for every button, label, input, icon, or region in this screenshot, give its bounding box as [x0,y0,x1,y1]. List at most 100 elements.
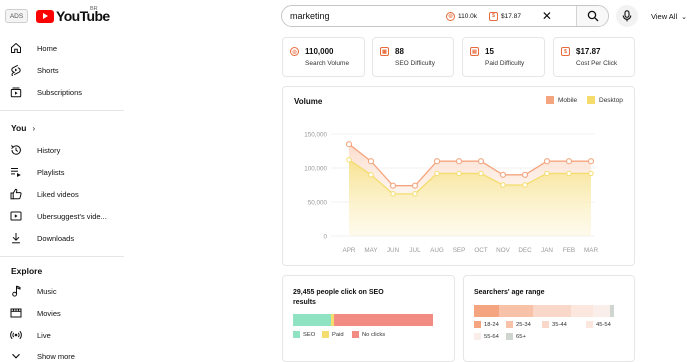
cpc-pill-value: $17.87 [501,12,521,20]
top-bar: ADS YouTube BR ◎ 110.0k $ $17.87 ✕ Vi [0,0,700,34]
chevron-down-icon [10,350,22,362]
sidebar-item-label: Music [37,286,57,296]
clicks-segment [293,314,331,326]
home-icon [10,42,22,54]
age-legend-swatch [474,333,481,340]
search-volume-icon: ◎ [446,11,455,21]
paid-difficulty-icon: ▤ [470,47,479,56]
desktop-point [566,170,572,177]
sidebar-divider [0,256,124,257]
sidebar-item-playlists[interactable]: Playlists [10,165,125,179]
dollar-icon: $ [489,11,499,21]
mobile-point [543,158,551,165]
subscriptions-icon [10,86,22,98]
age-legend-label: 35-44 [552,321,567,328]
mobile-point [411,182,419,189]
search-box: ◎ 110.0k $ $17.87 ✕ [281,5,609,27]
view-all-button[interactable]: View All ⌄ [651,12,687,21]
sidebar-item-music[interactable]: Music [10,284,125,298]
cpc-pill: $ $17.87 [489,11,521,21]
desktop-point [500,182,506,188]
metric-value: 110,000 [305,47,334,56]
x-tick-label: AUG [430,247,444,254]
mobile-point [455,158,463,165]
age-legend-swatch [586,321,593,328]
y-tick-label: 100,000 [304,165,327,172]
desktop-point [522,182,528,188]
chevron-right-icon: › [32,123,36,133]
live-icon [10,329,22,341]
metric-search-volume: ◎ 110,000 Search Volume [282,37,365,77]
x-tick-label: FEB [563,247,575,254]
sidebar-section-explore: Explore [11,266,42,276]
sidebar-item-home[interactable]: Home [10,41,125,55]
age-segment [474,305,500,317]
age-legend-swatch [506,333,513,340]
sidebar-item-your-videos[interactable]: Ubersuggest's vide... [10,209,125,223]
age-segment [609,305,614,317]
y-tick-label: 50,000 [308,199,328,206]
metric-value: $17.87 [576,47,601,56]
y-tick-label: 0 [323,233,327,240]
sidebar-item-label: Live [37,330,51,340]
mobile-point [499,171,507,178]
x-tick-label: NOV [496,247,510,254]
ads-badge: ADS [5,9,28,23]
mobile-point [565,158,573,165]
mobile-point [587,158,595,165]
clicks-segment [333,314,433,326]
seo-difficulty-icon: ▦ [380,47,389,56]
clicks-legend-label: Paid [332,331,344,338]
sidebar-item-live[interactable]: Live [10,328,125,342]
dollar-icon: $ [561,47,570,56]
age-legend-label: 25-34 [516,321,531,328]
desktop-point [390,191,396,197]
movies-icon [10,307,22,319]
x-tick-label: JUN [387,247,400,254]
desktop-point [346,157,352,163]
sidebar-item-downloads[interactable]: Downloads [10,231,125,245]
age-segment [592,305,610,317]
clicks-legend-item: No clicks [352,331,385,338]
search-input[interactable] [282,11,442,21]
sidebar-item-movies[interactable]: Movies [10,306,125,320]
sidebar-item-label: Playlists [37,167,65,177]
sidebar-item-liked-videos[interactable]: Liked videos [10,187,125,201]
sidebar-item-subscriptions[interactable]: Subscriptions [10,85,125,99]
music-icon [10,285,22,297]
voice-search-button[interactable] [616,5,638,27]
metric-cost-per-click: $ $17.87 Cost Per Click [553,37,635,77]
age-legend-item: 65+ [506,333,526,340]
section-title-you: You [11,123,27,133]
mobile-point [345,141,353,148]
sidebar-item-label: Shorts [37,65,59,75]
sidebar-item-label: Show more [37,351,75,361]
age-legend-item: 35-44 [542,321,567,328]
youtube-logo[interactable]: YouTube [36,8,110,24]
sidebar-section-you[interactable]: You › [11,123,35,133]
section-title-explore: Explore [11,266,43,276]
microphone-icon [622,10,632,22]
view-all-label: View All [651,12,678,21]
sidebar-item-show-more[interactable]: Show more [10,349,125,362]
your-videos-icon [10,210,22,222]
x-tick-label: MAY [364,247,378,254]
sidebar-item-shorts[interactable]: Shorts [10,63,125,77]
clear-search-icon[interactable]: ✕ [541,10,553,22]
sidebar-item-label: History [37,145,61,155]
age-legend-label: 45-54 [596,321,611,328]
download-icon [10,232,22,244]
search-button[interactable] [576,6,608,26]
mobile-point [521,171,529,178]
sidebar-item-label: Movies [37,308,61,318]
clicks-legend-item: Paid [322,331,344,338]
search-volume-icon: ◎ [290,47,299,56]
clicks-stacked-bar [293,314,433,326]
x-tick-label: OCT [474,247,487,254]
sidebar-item-history[interactable]: History [10,143,125,157]
desktop-point [544,170,550,177]
metric-label: SEO Difficulty [395,60,435,67]
age-stacked-bar [474,305,614,317]
y-tick-label: 150,000 [304,131,327,138]
x-tick-label: APR [343,247,356,254]
